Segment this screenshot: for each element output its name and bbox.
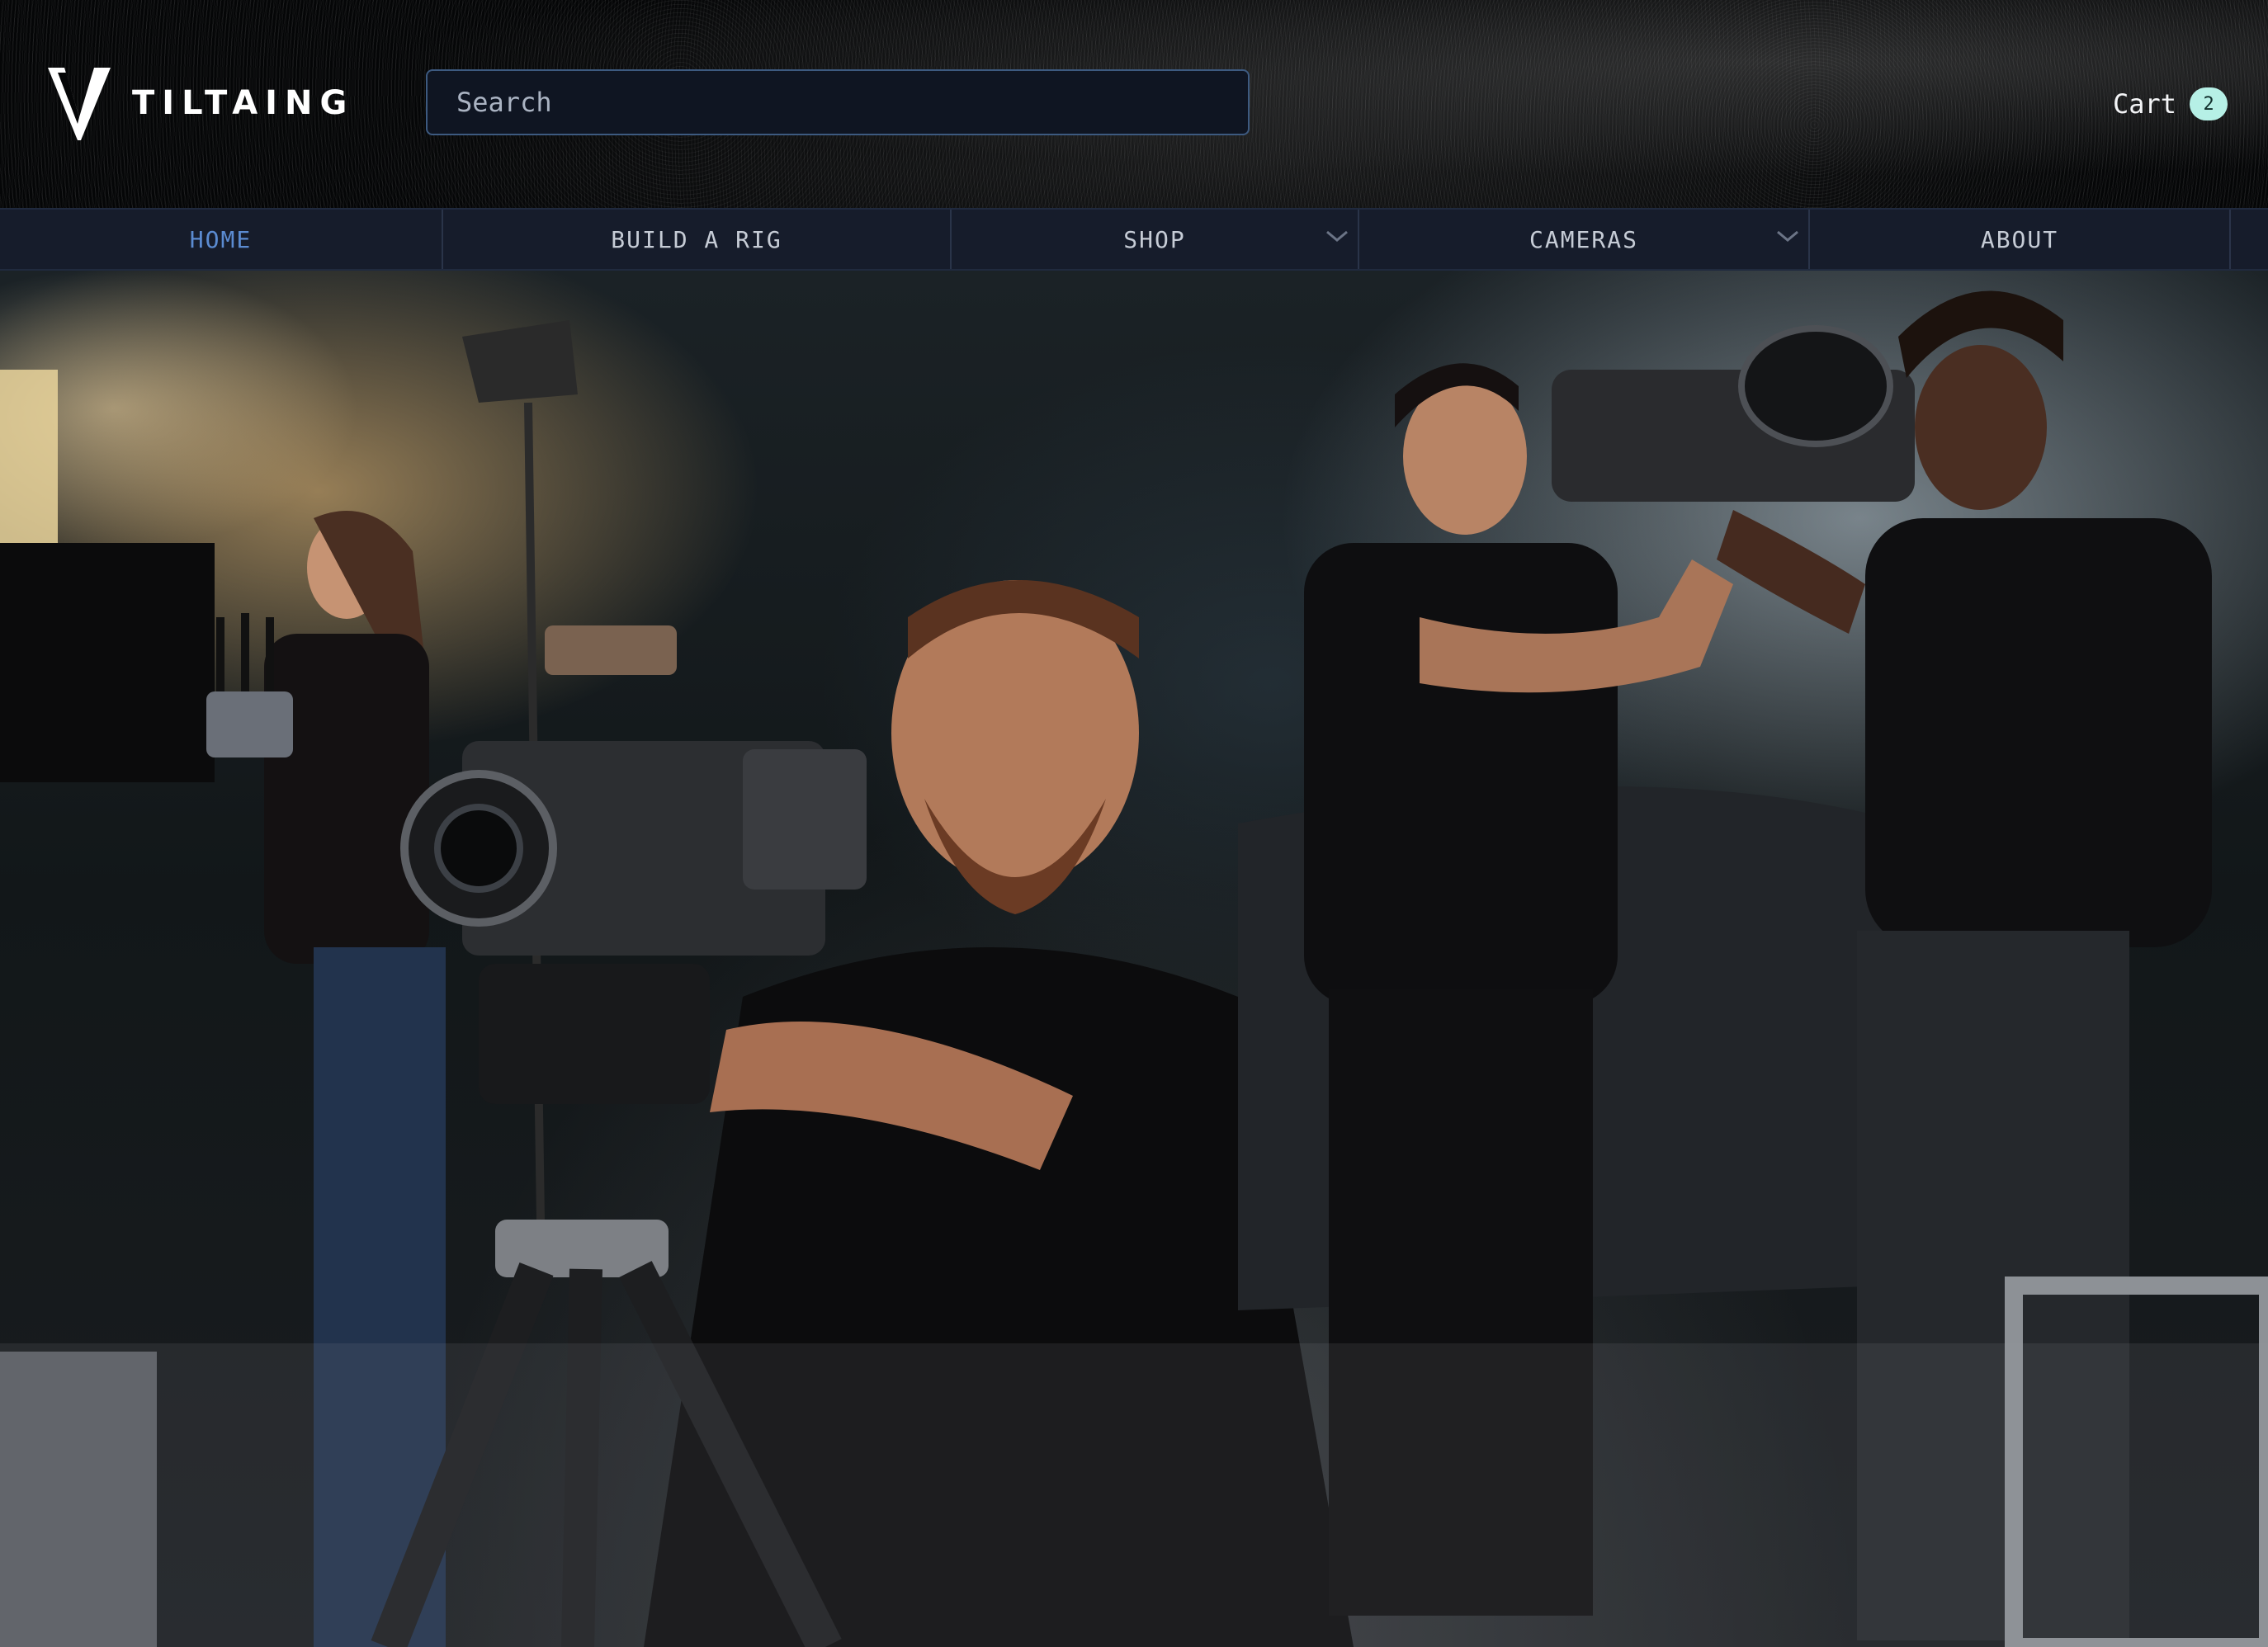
nav-item-home[interactable]: HOME: [0, 210, 443, 269]
main-nav: HOME BUILD A RIG SHOP CAMERAS ABOUT: [0, 208, 2268, 271]
nav-item-about[interactable]: ABOUT: [1810, 210, 2231, 269]
nav-item-cameras[interactable]: CAMERAS: [1359, 210, 1810, 269]
nav-item-label: HOME: [189, 225, 253, 253]
chevron-down-icon[interactable]: [1325, 228, 1349, 244]
search-input[interactable]: [455, 86, 1248, 119]
nav-item-build-a-rig[interactable]: BUILD A RIG: [443, 210, 952, 269]
brand-logo[interactable]: TILTAING: [48, 66, 354, 140]
cart-button[interactable]: Cart 2: [2113, 86, 2228, 122]
cart-label: Cart: [2113, 88, 2177, 120]
tilta-logo-icon: [48, 68, 111, 140]
nav-item-label: SHOP: [1123, 225, 1186, 253]
nav-item-shop[interactable]: SHOP: [952, 210, 1359, 269]
site-header: TILTAING Cart 2: [0, 0, 2268, 208]
brand-name: TILTAING: [132, 84, 355, 122]
nav-item-label: CAMERAS: [1529, 225, 1638, 253]
nav-item-label: ABOUT: [1980, 225, 2059, 253]
cart-count-badge: 2: [2190, 87, 2228, 120]
chevron-down-icon[interactable]: [1775, 228, 1800, 244]
hero-banner: [0, 271, 2268, 1647]
search-box[interactable]: [426, 69, 1250, 135]
hero-image: [0, 290, 2268, 1647]
nav-item-label: BUILD A RIG: [611, 225, 782, 253]
